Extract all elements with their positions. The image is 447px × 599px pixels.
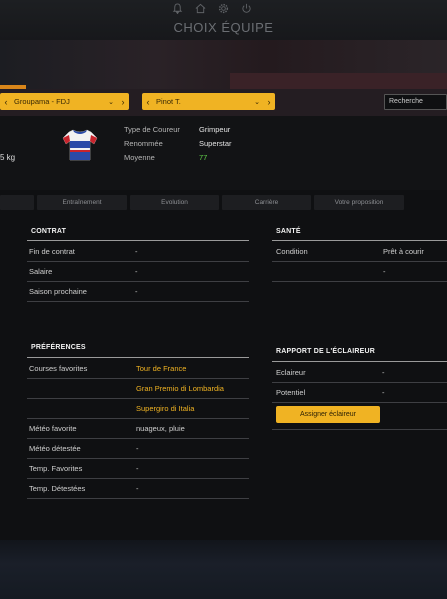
scout-row: Eclaireur - xyxy=(272,363,447,383)
contract-title: CONTRAT xyxy=(31,228,67,235)
scout-title: RAPPORT DE L'ÉCLAIREUR xyxy=(276,348,376,355)
next-season-label: Saison prochaine xyxy=(29,287,87,296)
next-rider-icon[interactable]: › xyxy=(263,97,275,107)
hated-weather-value: - xyxy=(136,444,139,453)
salary-label: Salaire xyxy=(29,267,53,276)
bottom-band xyxy=(0,540,447,599)
tab-bar: Entraînement Evolution Carrière Votre pr… xyxy=(0,195,447,210)
rider-info-panel: 5 kg Type de Coureur Grimpeur Renommée S… xyxy=(0,116,447,190)
preferences-title: PRÉFÉRENCES xyxy=(31,344,86,351)
fame-value: Superstar xyxy=(199,139,232,148)
team-dropdown-value: Groupama - FDJ xyxy=(14,97,70,106)
hated-temp-value: - xyxy=(136,484,139,493)
next-season-value: - xyxy=(135,287,138,296)
rider-weight: 5 kg xyxy=(0,153,16,162)
contract-end-label: Fin de contrat xyxy=(29,247,75,256)
contract-row: Salaire - xyxy=(27,262,249,282)
scout-bottom-divider xyxy=(272,429,447,430)
page-title: CHOIX ÉQUIPE xyxy=(173,20,274,35)
contract-row: Saison prochaine - xyxy=(27,282,249,302)
scout-divider xyxy=(272,361,447,362)
type-label: Type de Coureur xyxy=(124,125,180,134)
fav-weather-label: Météo favorite xyxy=(29,424,77,433)
tab-evolution[interactable]: Evolution xyxy=(130,195,219,210)
rider-dropdown-value: Pinot T. xyxy=(156,97,181,106)
bell-icon[interactable] xyxy=(170,1,185,16)
average-value: 77 xyxy=(199,153,208,162)
jersey-icon xyxy=(62,129,98,161)
preference-row: Temp. Favorites - xyxy=(27,459,249,479)
health-value: - xyxy=(383,267,386,276)
rider-stats: Type de Coureur Grimpeur Renommée Supers… xyxy=(124,125,269,162)
type-value: Grimpeur xyxy=(199,125,231,134)
selector-bar: ‹ Groupama - FDJ ⌄ › ‹ Pinot T. ⌄ › Rech… xyxy=(0,89,447,116)
preferences-divider xyxy=(27,357,249,358)
contract-divider xyxy=(27,240,249,241)
preference-row: Supergiro di Italia xyxy=(27,399,249,419)
fav-weather-value: nuageux, pluie xyxy=(136,424,185,433)
home-icon[interactable] xyxy=(193,1,208,16)
prev-rider-icon[interactable]: ‹ xyxy=(142,97,154,107)
fav-race-2: Gran Premio di Lombardia xyxy=(136,384,224,393)
prev-team-icon[interactable]: ‹ xyxy=(0,97,12,107)
preference-row: Météo détestée - xyxy=(27,439,249,459)
team-banner xyxy=(0,40,447,89)
rider-dropdown[interactable]: ‹ Pinot T. ⌄ › xyxy=(142,93,275,110)
gear-icon[interactable] xyxy=(216,1,231,16)
chevron-down-icon[interactable]: ⌄ xyxy=(105,98,117,106)
scout-row: Potentiel - xyxy=(272,383,447,403)
health-title: SANTÉ xyxy=(276,228,301,235)
power-icon[interactable] xyxy=(239,1,254,16)
fav-temp-label: Temp. Favorites xyxy=(29,464,83,473)
search-input[interactable]: Recherche xyxy=(384,94,447,110)
tab-proposal[interactable]: Votre proposition xyxy=(314,195,404,210)
preference-row: Temp. Détestées - xyxy=(27,479,249,499)
tab-profile[interactable] xyxy=(0,195,34,210)
health-row: - xyxy=(272,262,447,282)
potential-value: - xyxy=(382,388,385,397)
hated-weather-label: Météo détestée xyxy=(29,444,81,453)
preference-row: Courses favorites Tour de France xyxy=(27,359,249,379)
fame-label: Renommée xyxy=(124,139,163,148)
potential-label: Potentiel xyxy=(276,388,306,397)
tab-training[interactable]: Entraînement xyxy=(37,195,127,210)
hated-temp-label: Temp. Détestées xyxy=(29,484,86,493)
assign-scout-button[interactable]: Assigner éclaireur xyxy=(276,406,380,423)
chevron-down-icon[interactable]: ⌄ xyxy=(251,98,263,106)
fav-temp-value: - xyxy=(136,464,139,473)
health-divider xyxy=(272,240,447,241)
condition-label: Condition xyxy=(276,247,308,256)
salary-value: - xyxy=(135,267,138,276)
top-bar: CHOIX ÉQUIPE xyxy=(0,0,447,40)
fav-races-label: Courses favorites xyxy=(29,364,88,373)
scout-value: - xyxy=(382,368,385,377)
next-team-icon[interactable]: › xyxy=(117,97,129,107)
top-icons xyxy=(170,1,254,16)
contract-row: Fin de contrat - xyxy=(27,242,249,262)
scout-label: Eclaireur xyxy=(276,368,306,377)
condition-value: Prêt à courir xyxy=(383,247,424,256)
team-dropdown[interactable]: ‹ Groupama - FDJ ⌄ › xyxy=(0,93,129,110)
tab-career[interactable]: Carrière xyxy=(222,195,311,210)
fav-race-1: Tour de France xyxy=(136,364,187,373)
fav-race-3: Supergiro di Italia xyxy=(136,404,195,413)
banner-strip xyxy=(230,73,447,89)
preference-row: Météo favorite nuageux, pluie xyxy=(27,419,249,439)
contract-end-value: - xyxy=(135,247,138,256)
preference-row: Gran Premio di Lombardia xyxy=(27,379,249,399)
health-row: Condition Prêt à courir xyxy=(272,242,447,262)
average-label: Moyenne xyxy=(124,153,155,162)
